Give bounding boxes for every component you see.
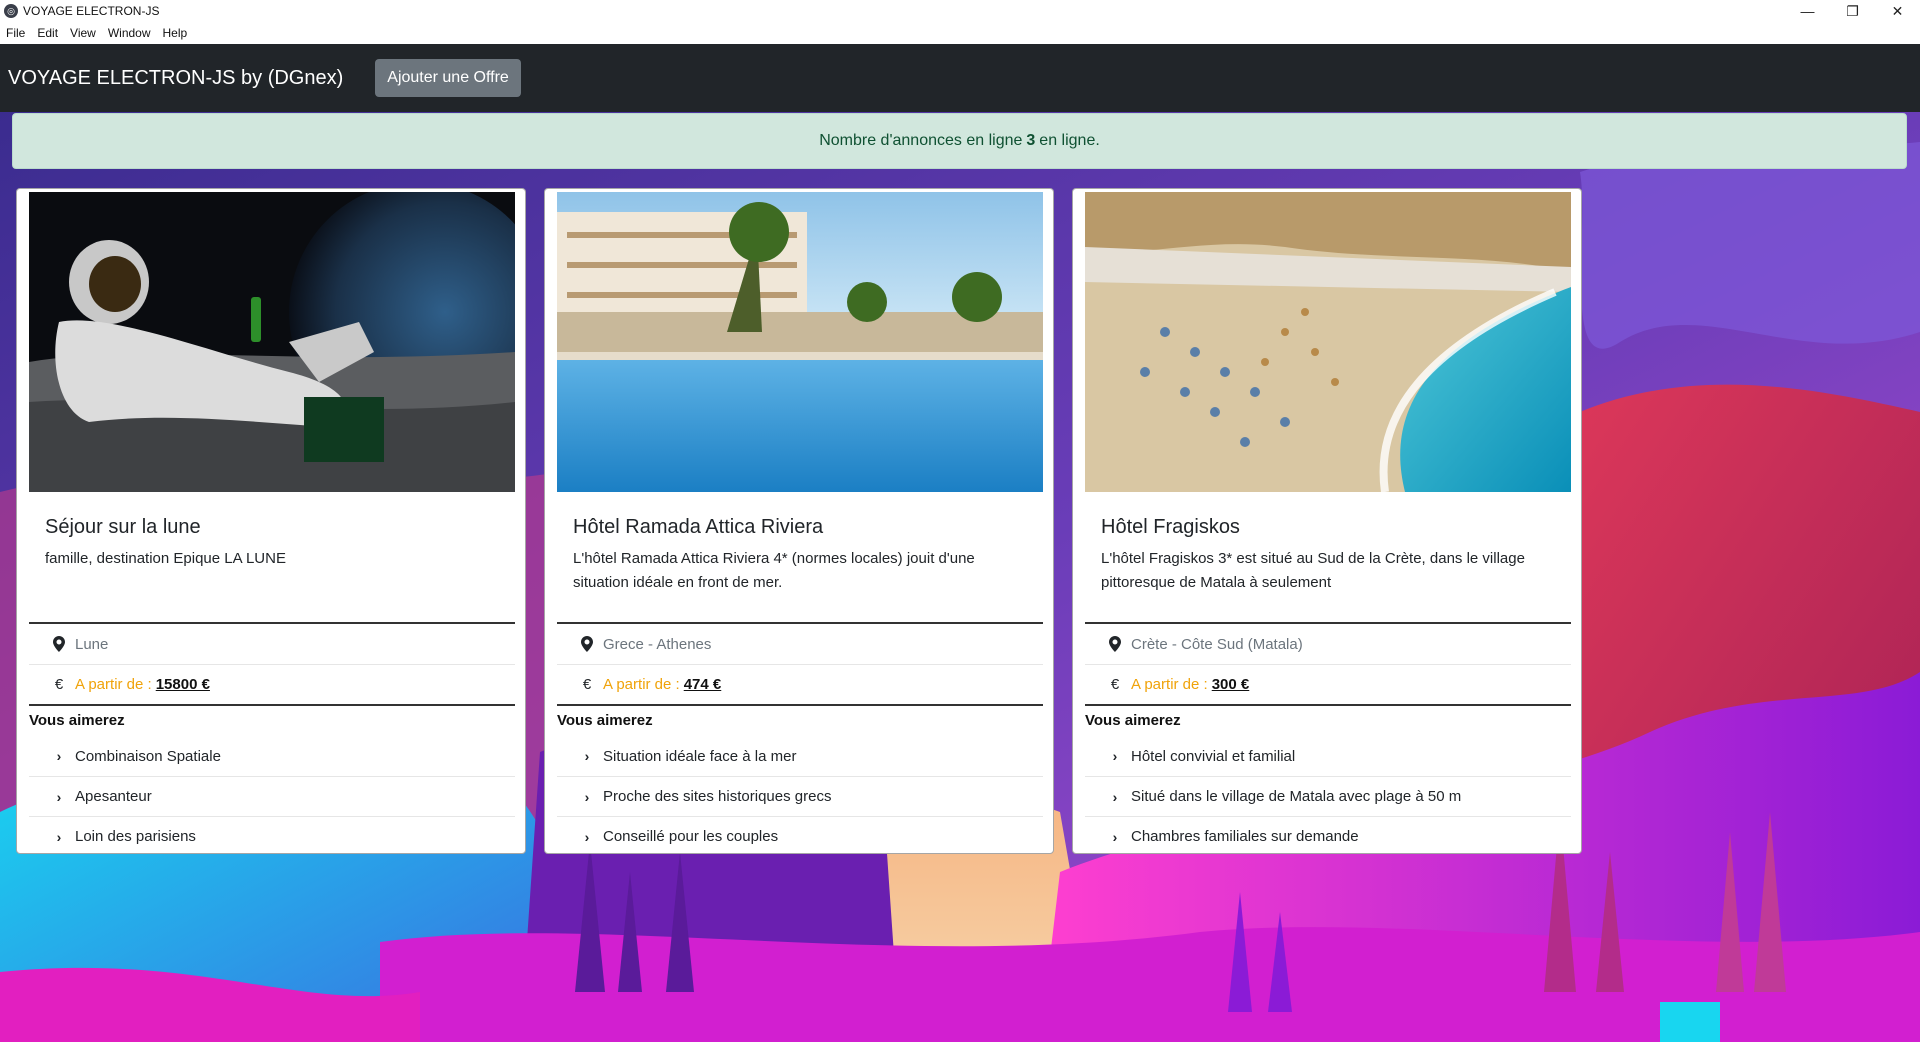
divider [557,704,1043,706]
offer-card[interactable]: Hôtel Fragiskos L'hôtel Fragiskos 3* est… [1072,188,1582,854]
offer-title[interactable]: Séjour sur la lune [45,516,515,539]
offer-image-hotel-pool [557,192,1043,492]
chevron-right-icon: › [1112,828,1118,845]
map-marker-icon [1107,636,1123,652]
feature-item: › Situé dans le village de Matala avec p… [1085,776,1571,816]
restore-icon[interactable]: ❐ [1830,0,1875,22]
you-will-like-heading: Vous aimerez [29,712,125,729]
you-will-like-heading: Vous aimerez [557,712,653,729]
feature-item: › Proche des sites historiques grecs [557,776,1043,816]
chevron-right-icon: › [56,748,62,764]
close-icon[interactable]: ✕ [1875,0,1920,22]
price-label: A partir de : [603,676,680,693]
offer-price: 474 € [683,676,722,693]
feature-text: Situation idéale face à la mer [603,747,797,765]
euro-icon: € [1110,676,1120,693]
map-marker-icon [51,636,67,652]
menu-bar: File Edit View Window Help [0,22,1920,44]
brand-title[interactable]: VOYAGE ELECTRON-JS by (DGnex) [8,67,343,90]
chevron-right-icon: › [56,788,62,805]
feature-item: › Situation idéale face à la mer [557,736,1043,776]
offer-title[interactable]: Hôtel Ramada Attica Riviera [573,516,1043,539]
map-marker-icon [579,636,595,652]
offer-image-beach-matala [1085,192,1571,492]
divider [29,704,515,706]
euro-icon: € [54,676,64,693]
alert-suffix: en ligne. [1039,132,1100,149]
feature-text: Situé dans le village de Matala avec pla… [1131,788,1462,805]
navbar: VOYAGE ELECTRON-JS by (DGnex) Ajouter un… [0,44,1920,112]
offer-description: famille, destination Epique LA LUNE [45,550,286,567]
offer-location: Crète - Côte Sud (Matala) [1131,635,1303,653]
feature-text: Chambres familiales sur demande [1131,828,1359,845]
offer-card-body: Hôtel Fragiskos L'hôtel Fragiskos 3* est… [1085,492,1571,845]
menu-view[interactable]: View [64,26,102,40]
offer-title[interactable]: Hôtel Fragiskos [1101,516,1571,539]
offer-card-body: Hôtel Ramada Attica Riviera L'hôtel Rama… [557,492,1043,845]
feature-text: Proche des sites historiques grecs [603,788,832,805]
feature-text: Hôtel convivial et familial [1131,747,1296,765]
offer-location: Grece - Athenes [603,635,712,653]
offer-card[interactable]: Séjour sur la lune famille, destination … [16,188,526,854]
offer-location-row: Crète - Côte Sud (Matala) [1085,624,1571,664]
feature-item: › Loin des parisiens [29,816,515,853]
add-offer-button[interactable]: Ajouter une Offre [375,59,521,97]
feature-item: › Combinaison Spatiale [29,736,515,776]
menu-file[interactable]: File [0,26,31,40]
euro-icon: € [582,676,592,693]
offer-price-row: € A partir de : 300 € [1085,664,1571,704]
feature-text: Apesanteur [75,788,152,805]
menu-edit[interactable]: Edit [31,26,64,40]
offer-price: 15800 € [155,676,210,693]
chevron-right-icon: › [1112,748,1118,764]
you-will-like-heading: Vous aimerez [1085,712,1181,729]
offer-location: Lune [75,635,109,653]
offer-card[interactable]: Hôtel Ramada Attica Riviera L'hôtel Rama… [544,188,1054,854]
price-label: A partir de : [75,676,152,693]
chevron-right-icon: › [584,788,590,805]
offer-location-row: Grece - Athenes [557,624,1043,664]
divider [1085,704,1571,706]
offer-price-row: € A partir de : 15800 € [29,664,515,704]
offer-price-row: € A partir de : 474 € [557,664,1043,704]
online-count-alert: Nombre d'annonces en ligne 3 en ligne. [12,113,1907,169]
feature-item: › Conseillé pour les couples [557,816,1043,853]
chevron-right-icon: › [584,748,590,764]
window-titlebar: ◎ VOYAGE ELECTRON-JS — ❐ ✕ [0,0,1920,22]
menu-window[interactable]: Window [102,26,157,40]
offer-description: L'hôtel Ramada Attica Riviera 4* (normes… [573,550,975,591]
price-label: A partir de : [1131,676,1208,693]
chevron-right-icon: › [1112,788,1118,805]
alert-prefix: Nombre d'annonces en ligne [819,132,1023,149]
feature-item: › Apesanteur [29,776,515,816]
offer-image-astronaut-on-moon [29,192,515,492]
minimize-icon[interactable]: — [1785,0,1830,22]
app-icon: ◎ [4,4,18,18]
offer-price: 300 € [1211,676,1250,693]
feature-text: Conseillé pour les couples [603,828,779,845]
feature-item: › Chambres familiales sur demande [1085,816,1571,853]
chevron-right-icon: › [56,828,62,845]
offer-card-body: Séjour sur la lune famille, destination … [29,492,515,845]
alert-count: 3 [1026,132,1036,149]
chevron-right-icon: › [584,828,590,845]
menu-help[interactable]: Help [157,26,194,40]
feature-item: › Hôtel convivial et familial [1085,736,1571,776]
offer-description: L'hôtel Fragiskos 3* est situé au Sud de… [1101,550,1525,591]
feature-text: Loin des parisiens [75,828,196,845]
offer-location-row: Lune [29,624,515,664]
window-title: VOYAGE ELECTRON-JS [23,4,160,18]
feature-text: Combinaison Spatiale [75,747,221,765]
